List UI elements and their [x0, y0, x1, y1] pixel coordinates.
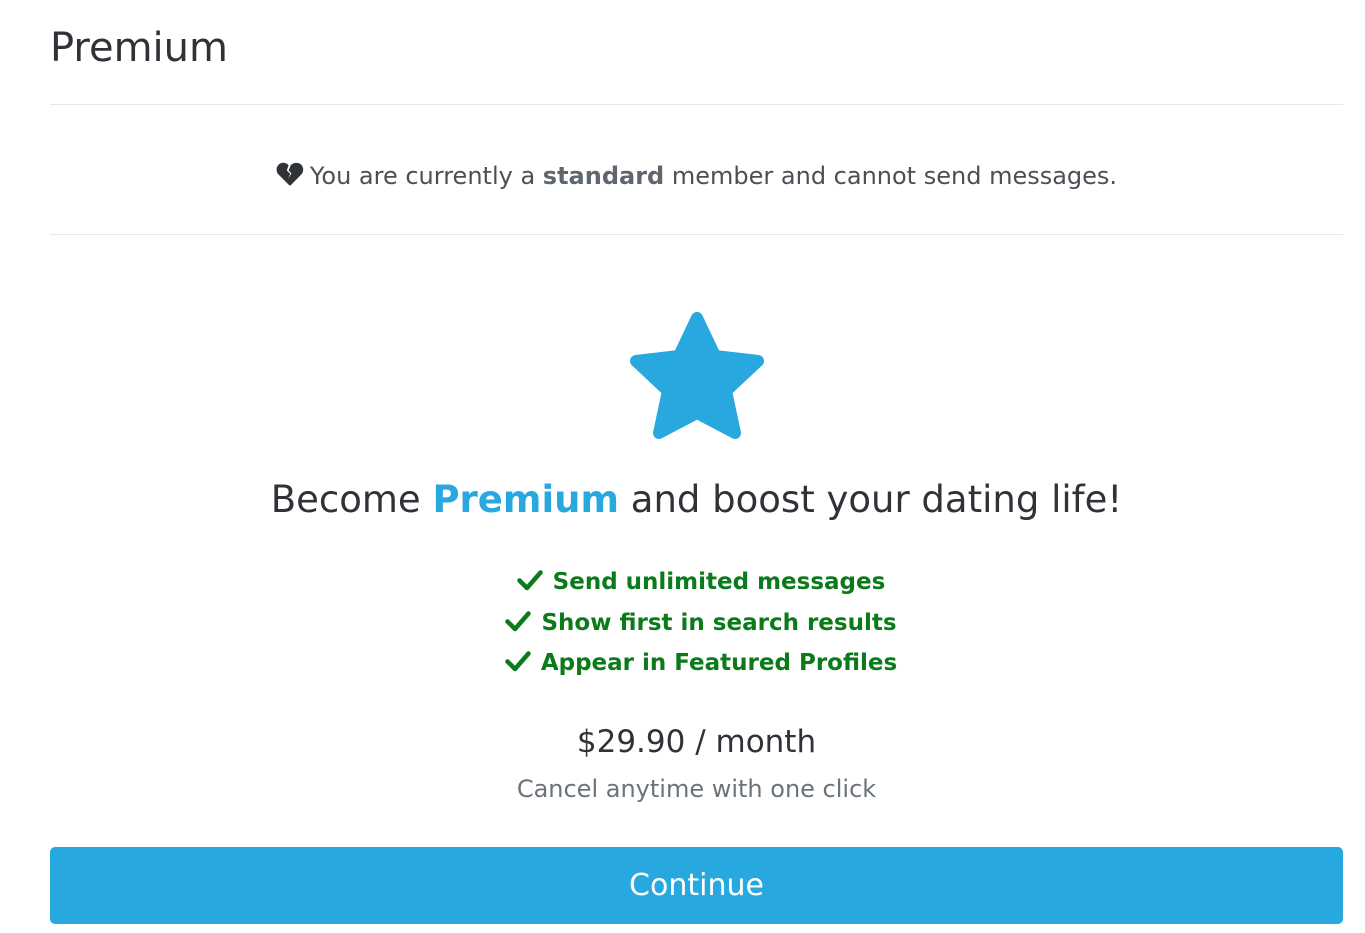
price-label: $29.90 / month	[576, 724, 817, 760]
membership-level: standard	[542, 162, 665, 190]
page-title: Premium	[50, 25, 228, 71]
feature-label: Appear in Featured Profiles	[540, 650, 898, 676]
broken-heart-icon	[276, 162, 304, 186]
bottom-divider	[50, 234, 1343, 235]
headline-accent: Premium	[432, 478, 620, 521]
feature-list: Send unlimited messages Show first in se…	[0, 562, 1365, 684]
notice-prefix: You are currently a	[309, 162, 536, 190]
feature-label: Send unlimited messages	[552, 569, 886, 595]
headline-suffix: and boost your dating life!	[630, 478, 1123, 521]
feature-label: Show first in search results	[541, 609, 897, 636]
feature-item: Send unlimited messages	[0, 562, 1365, 603]
check-icon	[505, 610, 532, 631]
feature-item: Appear in Featured Profiles	[0, 643, 1365, 684]
membership-notice: You are currently a standard member and …	[0, 158, 1365, 194]
feature-item: Show first in search results	[0, 603, 1365, 644]
premium-page: Premium You are currently a standard mem…	[0, 0, 1365, 933]
check-icon	[516, 570, 543, 591]
check-icon	[505, 651, 531, 672]
notice-suffix: member and cannot send messages.	[671, 162, 1118, 190]
promo-headline: Become Premium and boost your dating lif…	[0, 474, 1365, 526]
top-divider	[50, 104, 1343, 105]
headline-prefix: Become	[270, 478, 421, 521]
star-icon	[630, 312, 764, 439]
price-note: Cancel anytime with one click	[516, 775, 877, 803]
continue-button[interactable]: Continue	[50, 847, 1343, 924]
